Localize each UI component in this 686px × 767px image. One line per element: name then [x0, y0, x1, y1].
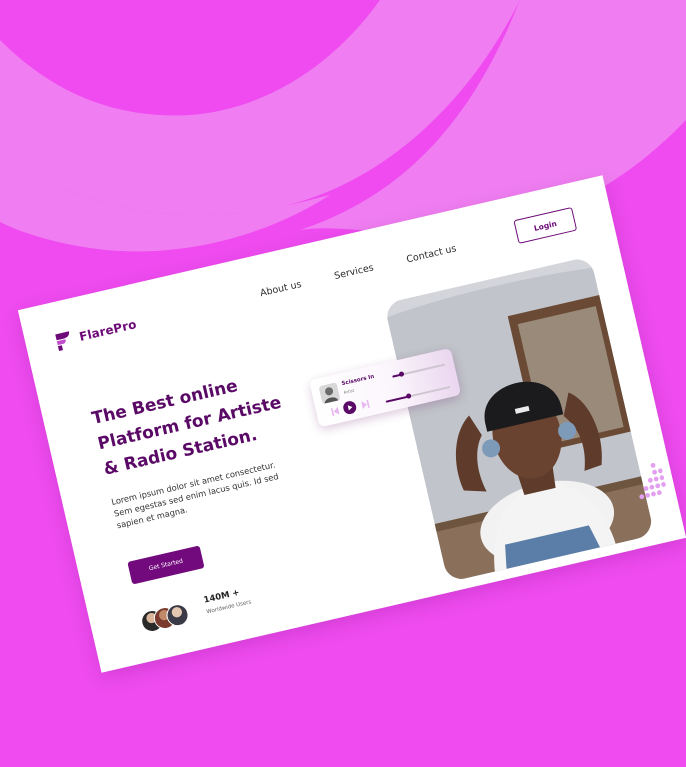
volume-knob[interactable] — [398, 371, 405, 378]
flarepro-logo-icon — [55, 331, 70, 352]
brand-name: FlarePro — [77, 317, 138, 344]
album-cover — [318, 382, 341, 405]
next-icon[interactable] — [360, 399, 371, 410]
nav-link-services[interactable]: Services — [333, 262, 375, 282]
progress-knob[interactable] — [405, 393, 412, 400]
user-avatars — [139, 599, 202, 635]
song-artist: Artist — [343, 387, 355, 395]
play-icon[interactable] — [342, 400, 358, 416]
nav-link-about[interactable]: About us — [259, 279, 302, 299]
login-button[interactable]: Login — [513, 206, 578, 244]
nav-link-contact[interactable]: Contact us — [405, 243, 457, 265]
brand-logo[interactable]: FlarePro — [52, 314, 139, 352]
song-title: Scissors In — [341, 373, 375, 388]
volume-slider[interactable] — [392, 363, 446, 378]
get-started-button[interactable]: Get Started — [127, 545, 205, 585]
previous-icon[interactable] — [330, 406, 341, 417]
main-nav: About us Services Contact us — [259, 243, 457, 299]
hero-photo — [383, 256, 655, 583]
progress-level — [385, 395, 409, 403]
